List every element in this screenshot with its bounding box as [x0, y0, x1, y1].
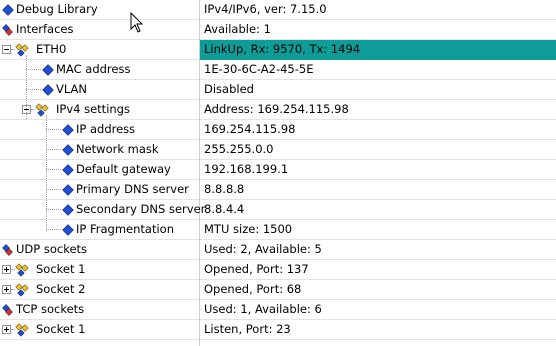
tree-row[interactable]: UDP sockets Used: 2, Available: 5 — [0, 240, 556, 260]
tree-row-name-cell[interactable]: Network mask — [0, 140, 199, 160]
tree-row-value[interactable]: 8.8.4.4 — [200, 200, 556, 220]
tree-row-label: UDP sockets — [16, 242, 88, 256]
tree-row[interactable]: Debug Library IPv4/IPv6, ver: 7.15.0 — [0, 0, 556, 20]
interfaces-icon — [1, 243, 15, 257]
tree-row[interactable]: Socket 2 Opened, Port: 68 — [0, 280, 556, 300]
tree-row-label: Debug Library — [16, 2, 98, 16]
tree-row-label: Socket 1 — [36, 322, 86, 336]
tree-connector-line — [46, 115, 47, 231]
tree-row-label: Primary DNS server — [76, 182, 189, 196]
tree-row-value[interactable]: Available: 1 — [200, 20, 556, 40]
tree-row-value[interactable]: LinkUp, Rx: 9570, Tx: 1494 — [200, 40, 556, 60]
tree-row-name-cell[interactable]: Primary DNS server — [0, 180, 199, 200]
tree-row-name-cell[interactable]: Socket 2 — [0, 280, 199, 300]
diamond-icon — [61, 203, 75, 217]
tree-row[interactable]: Secondary DNS server 8.8.4.4 — [0, 200, 556, 220]
tree-row[interactable]: Primary DNS server 8.8.8.8 — [0, 180, 556, 200]
tree-row-label: Socket 2 — [36, 282, 86, 296]
tree-connector-line — [46, 229, 61, 230]
tree-row-name-cell[interactable]: IPv4 settings — [0, 100, 199, 120]
tree-row-label: IP address — [76, 122, 136, 136]
tree-row-name-cell[interactable]: ETH0 — [0, 40, 199, 60]
tree-row[interactable]: IP Fragmentation MTU size: 1500 — [0, 220, 556, 240]
diamond-icon — [41, 63, 55, 77]
tree-row-label: Secondary DNS server — [76, 202, 206, 216]
tree-connector-line — [46, 189, 61, 190]
tree-connector-line — [26, 89, 41, 90]
tree-row-label: Socket 1 — [36, 262, 86, 276]
tree-row[interactable]: Network mask 255.255.0.0 — [0, 140, 556, 160]
debug-tree-view[interactable]: Debug Library IPv4/IPv6, ver: 7.15.0 Inter… — [0, 0, 556, 346]
tree-row[interactable]: ETH0 LinkUp, Rx: 9570, Tx: 1494 — [0, 40, 556, 60]
tree-row[interactable]: Socket 1 Listen, Port: 23 — [0, 320, 556, 340]
tree-row-value[interactable]: Used: 1, Available: 6 — [200, 300, 556, 320]
tree-row-name-cell[interactable]: Secondary DNS server — [0, 200, 205, 220]
multi-diamond-icon — [15, 263, 29, 277]
interfaces-icon — [1, 303, 15, 317]
tree-connector-line — [26, 69, 41, 70]
tree-row-label: Interfaces — [16, 22, 74, 36]
tree-row-name-cell[interactable]: Socket 1 — [0, 260, 199, 280]
tree-connector-line — [46, 149, 61, 150]
tree-connector-line — [46, 209, 61, 210]
tree-row-value[interactable]: Opened, Port: 137 — [200, 260, 556, 280]
tree-row-name-cell[interactable]: Socket 1 — [0, 320, 199, 340]
tree-row-name-cell[interactable]: Debug Library — [0, 0, 199, 20]
tree-row[interactable]: IP address 169.254.115.98 — [0, 120, 556, 140]
interfaces-icon — [1, 23, 15, 37]
tree-row[interactable]: Socket 1 Opened, Port: 137 — [0, 260, 556, 280]
tree-row[interactable]: Default gateway 192.168.199.1 — [0, 160, 556, 180]
diamond-icon — [61, 183, 75, 197]
diamond-icon — [1, 3, 15, 17]
diamond-icon — [61, 163, 75, 177]
tree-row[interactable]: MAC address 1E-30-6C-A2-45-5E — [0, 60, 556, 80]
tree-row-name-cell[interactable]: Default gateway — [0, 160, 199, 180]
tree-row-label: ETH0 — [36, 42, 67, 56]
tree-row[interactable]: TCP sockets Used: 1, Available: 6 — [0, 300, 556, 320]
expand-icon[interactable] — [2, 325, 11, 334]
tree-connector-line — [46, 169, 61, 170]
multi-diamond-icon — [15, 283, 29, 297]
diamond-icon — [61, 223, 75, 237]
mouse-cursor-icon — [130, 12, 144, 33]
tree-row-label: IP Fragmentation — [76, 222, 174, 236]
expand-icon[interactable] — [2, 265, 11, 274]
diamond-icon — [61, 143, 75, 157]
tree-row[interactable]: Interfaces Available: 1 — [0, 20, 556, 40]
tree-row-value[interactable]: Opened, Port: 68 — [200, 280, 556, 300]
tree-row-value[interactable]: IPv4/IPv6, ver: 7.15.0 — [200, 0, 556, 20]
diamond-icon — [41, 83, 55, 97]
multi-diamond-icon — [15, 323, 29, 337]
tree-connector-line — [46, 129, 61, 130]
tree-row-label: VLAN — [56, 82, 88, 96]
tree-row-value[interactable]: Used: 2, Available: 5 — [200, 240, 556, 260]
tree-row-value[interactable]: Disabled — [200, 80, 556, 100]
tree-row-value[interactable]: MTU size: 1500 — [200, 220, 556, 240]
tree-row-name-cell[interactable]: VLAN — [0, 80, 199, 100]
tree-row-name-cell[interactable]: UDP sockets — [0, 240, 199, 260]
tree-row[interactable]: VLAN Disabled — [0, 80, 556, 100]
tree-row-name-cell[interactable]: Interfaces — [0, 20, 199, 40]
tree-row-name-cell[interactable]: IP address — [0, 120, 199, 140]
tree-row-value[interactable]: 255.255.0.0 — [200, 140, 556, 160]
tree-row-label: IPv4 settings — [56, 102, 130, 116]
expand-icon[interactable] — [2, 285, 11, 294]
diamond-icon — [61, 123, 75, 137]
tree-row-value[interactable]: Address: 169.254.115.98 — [200, 100, 556, 120]
tree-row-label: TCP sockets — [16, 302, 85, 316]
collapse-icon[interactable] — [2, 45, 11, 54]
tree-row-label: Network mask — [76, 142, 159, 156]
tree-row[interactable]: IPv4 settings Address: 169.254.115.98 — [0, 100, 556, 120]
tree-row-value[interactable]: 1E-30-6C-A2-45-5E — [200, 60, 556, 80]
tree-row-name-cell[interactable]: TCP sockets — [0, 300, 199, 320]
tree-connector-line — [26, 55, 27, 119]
tree-row-value[interactable]: 169.254.115.98 — [200, 120, 556, 140]
tree-row-name-cell[interactable]: MAC address — [0, 60, 199, 80]
tree-row-value[interactable]: 8.8.8.8 — [200, 180, 556, 200]
tree-row-value[interactable]: Listen, Port: 23 — [200, 320, 556, 340]
tree-row-name-cell[interactable]: IP Fragmentation — [0, 220, 199, 240]
tree-row-value[interactable]: 192.168.199.1 — [200, 160, 556, 180]
tree-row-label: MAC address — [56, 62, 131, 76]
tree-row-label: Default gateway — [76, 162, 171, 176]
